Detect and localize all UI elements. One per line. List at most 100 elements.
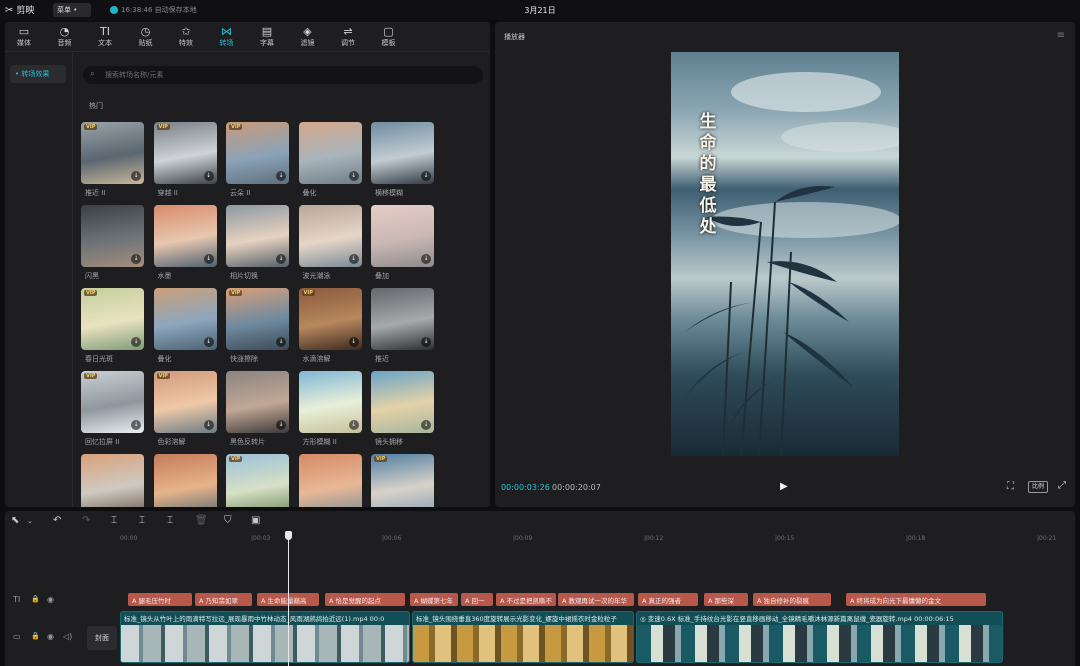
tab-audio[interactable]: ◔ 音频	[46, 25, 84, 48]
download-icon[interactable]: ↓	[421, 254, 431, 264]
tab-effect[interactable]: ✩ 特效	[167, 25, 205, 48]
eye-icon[interactable]: ◉	[47, 595, 54, 604]
download-icon[interactable]: ↓	[203, 171, 214, 181]
tab-transition[interactable]: ⋈ 转场	[208, 25, 246, 48]
download-icon[interactable]: ↓	[203, 337, 214, 347]
download-icon[interactable]: ↓	[276, 337, 286, 347]
menu-icon[interactable]: ≡	[1057, 30, 1065, 41]
video-preview[interactable]: 生命的最低处	[671, 52, 899, 456]
text-clip[interactable]: A 乃知翡如翠	[195, 593, 252, 606]
transition-thumbnail[interactable]	[298, 454, 362, 507]
download-icon[interactable]: ↓	[348, 171, 359, 181]
download-icon[interactable]: ↓	[348, 337, 359, 347]
vip-badge: VIP	[374, 456, 388, 462]
playhead-handle[interactable]	[285, 531, 292, 540]
transition-thumbnail[interactable]: VIP	[226, 454, 289, 507]
download-icon[interactable]: ↓	[131, 254, 141, 264]
text-track: A 腿毛压竹时 A 乃知翡如翠 A 生命能量巅高 A 恰是觉醒的起点 A 蝴蝶第七年 A …	[120, 593, 1075, 606]
text-clip[interactable]: A 腿毛压竹时	[128, 593, 192, 606]
mark-icon[interactable]: ⛉	[224, 515, 232, 526]
transition-thumbnail[interactable]: ↓	[298, 371, 362, 433]
download-icon[interactable]: ↓	[421, 171, 431, 181]
fullscreen-icon[interactable]: ⤢	[1058, 480, 1066, 491]
text-clip[interactable]: A 蝴蝶第七年	[410, 593, 458, 606]
chevron-down-icon[interactable]: ⌄	[27, 517, 33, 525]
download-icon[interactable]: ↓	[276, 254, 286, 264]
tab-media[interactable]: ▭ 媒体	[5, 25, 43, 48]
ratio-button[interactable]: 比例	[1028, 481, 1048, 493]
text-clip[interactable]: A 独自修补的裂痕	[753, 593, 831, 606]
transition-thumbnail[interactable]: VIP ↓	[81, 122, 144, 184]
cover-button[interactable]: 封面	[87, 626, 117, 650]
transition-thumbnail[interactable]: ↓	[371, 205, 434, 267]
transition-label: 波光潮泳	[302, 272, 331, 280]
video-clip[interactable]: ◎ 变速0.6X 标准_手持纹台光影在竖直移画移动_全镜精毛嚼沐林源新篇离鼠缠_…	[636, 611, 1003, 663]
transition-thumbnail[interactable]: ↓	[371, 122, 434, 184]
lock-icon[interactable]: 🔒	[31, 595, 40, 603]
download-icon[interactable]: ↓	[276, 171, 286, 181]
transition-thumbnail[interactable]: VIP ↓	[226, 288, 289, 350]
select-tool-icon[interactable]: ⬉	[11, 515, 19, 526]
eye-icon[interactable]: ◉	[47, 632, 54, 641]
screenshot-icon[interactable]: ▣	[251, 515, 260, 526]
transition-thumbnail[interactable]: ↓	[371, 371, 434, 433]
text-clip[interactable]: A 恰是觉醒的起点	[325, 593, 405, 606]
transition-thumbnail[interactable]: ↓	[371, 288, 434, 350]
tab-sticker[interactable]: ◷ 贴纸	[127, 25, 165, 48]
text-clip[interactable]: A 不过是把凯嘶不	[496, 593, 556, 606]
transition-label: 水滴溶解	[302, 355, 331, 363]
transition-thumbnail[interactable]: ↓	[153, 288, 217, 350]
download-icon[interactable]: ↓	[348, 254, 359, 264]
download-icon[interactable]: ↓	[421, 337, 431, 347]
download-icon[interactable]: ↓	[421, 420, 431, 430]
search-input[interactable]	[103, 68, 473, 82]
transition-thumbnail[interactable]	[81, 454, 144, 507]
download-icon[interactable]: ↓	[131, 337, 141, 347]
transition-thumbnail[interactable]: ↓	[226, 371, 289, 433]
download-icon[interactable]: ↓	[131, 420, 141, 430]
text-clip[interactable]: A 回一	[461, 593, 493, 606]
tab-text[interactable]: TI 文本	[86, 25, 124, 48]
text-clip[interactable]: A 那些深	[704, 593, 748, 606]
transition-thumbnail[interactable]	[153, 454, 217, 507]
transition-thumbnail[interactable]: VIP ↓	[153, 371, 217, 433]
split-icon[interactable]: ⌶	[111, 515, 117, 526]
transition-thumbnail[interactable]: ↓	[298, 122, 362, 184]
download-icon[interactable]: ↓	[203, 420, 214, 430]
download-icon[interactable]: ↓	[276, 420, 286, 430]
play-icon[interactable]: ▶	[780, 481, 788, 492]
transition-thumbnail[interactable]: VIP ↓	[298, 288, 362, 350]
tab-adjust[interactable]: ⇌ 调节	[329, 25, 367, 48]
download-icon[interactable]: ↓	[348, 420, 359, 430]
transition-thumbnail[interactable]: ↓	[298, 205, 362, 267]
time-ruler[interactable]: 00:00 |00:03 |00:06 |00:09 |00:12 |00:15 |00:1…	[120, 535, 1075, 547]
tab-subtitle[interactable]: ▤ 字幕	[248, 25, 286, 48]
transition-thumbnail[interactable]: ↓	[81, 205, 144, 267]
download-icon[interactable]: ↓	[131, 171, 141, 181]
text-clip[interactable]: A 终将成为向光下最慵懒的金文	[846, 593, 986, 606]
tab-filter[interactable]: ◈ 滤镜	[289, 25, 327, 48]
transition-thumbnail[interactable]: VIP ↓	[153, 122, 217, 184]
text-clip[interactable]: A 教观再试一次的年华	[558, 593, 634, 606]
video-clip[interactable]: 标准_镜头从竹叶上的雨滴特写拉远_展现暴雨中竹林动态_风雨湖鹧鸪拍近远(1).m…	[120, 611, 410, 663]
nav-transition-effects[interactable]: • 转场效果	[10, 65, 66, 83]
audio-icon[interactable]: ◁)	[63, 632, 72, 641]
video-clip[interactable]: 标准_镜头围绕垂直360度旋转展示光影变化_螺旋中裙摇衣时金粒粒子	[412, 611, 634, 663]
transition-thumbnail[interactable]: ↓	[226, 205, 289, 267]
text-clip[interactable]: A 真正的强者	[638, 593, 698, 606]
search-bar[interactable]: ⌕	[83, 66, 483, 84]
transition-thumbnail[interactable]: VIP ↓	[81, 371, 144, 433]
download-icon[interactable]: ↓	[203, 254, 214, 264]
lock-icon[interactable]: 🔒	[31, 632, 40, 640]
playhead[interactable]	[285, 531, 292, 666]
transition-thumbnail[interactable]: VIP ↓	[81, 288, 144, 350]
tab-template[interactable]: ▢ 模板	[370, 25, 408, 48]
split-left-icon[interactable]: ⌶	[139, 515, 145, 526]
fit-view-icon[interactable]: ⛶	[1007, 481, 1014, 492]
split-right-icon[interactable]: ⌶	[167, 515, 173, 526]
transition-thumbnail[interactable]: VIP	[371, 454, 434, 507]
transition-thumbnail[interactable]: ↓	[153, 205, 217, 267]
tab-label: 调节	[341, 39, 355, 47]
undo-icon[interactable]: ↶	[53, 515, 61, 526]
transition-thumbnail[interactable]: VIP ↓	[226, 122, 289, 184]
